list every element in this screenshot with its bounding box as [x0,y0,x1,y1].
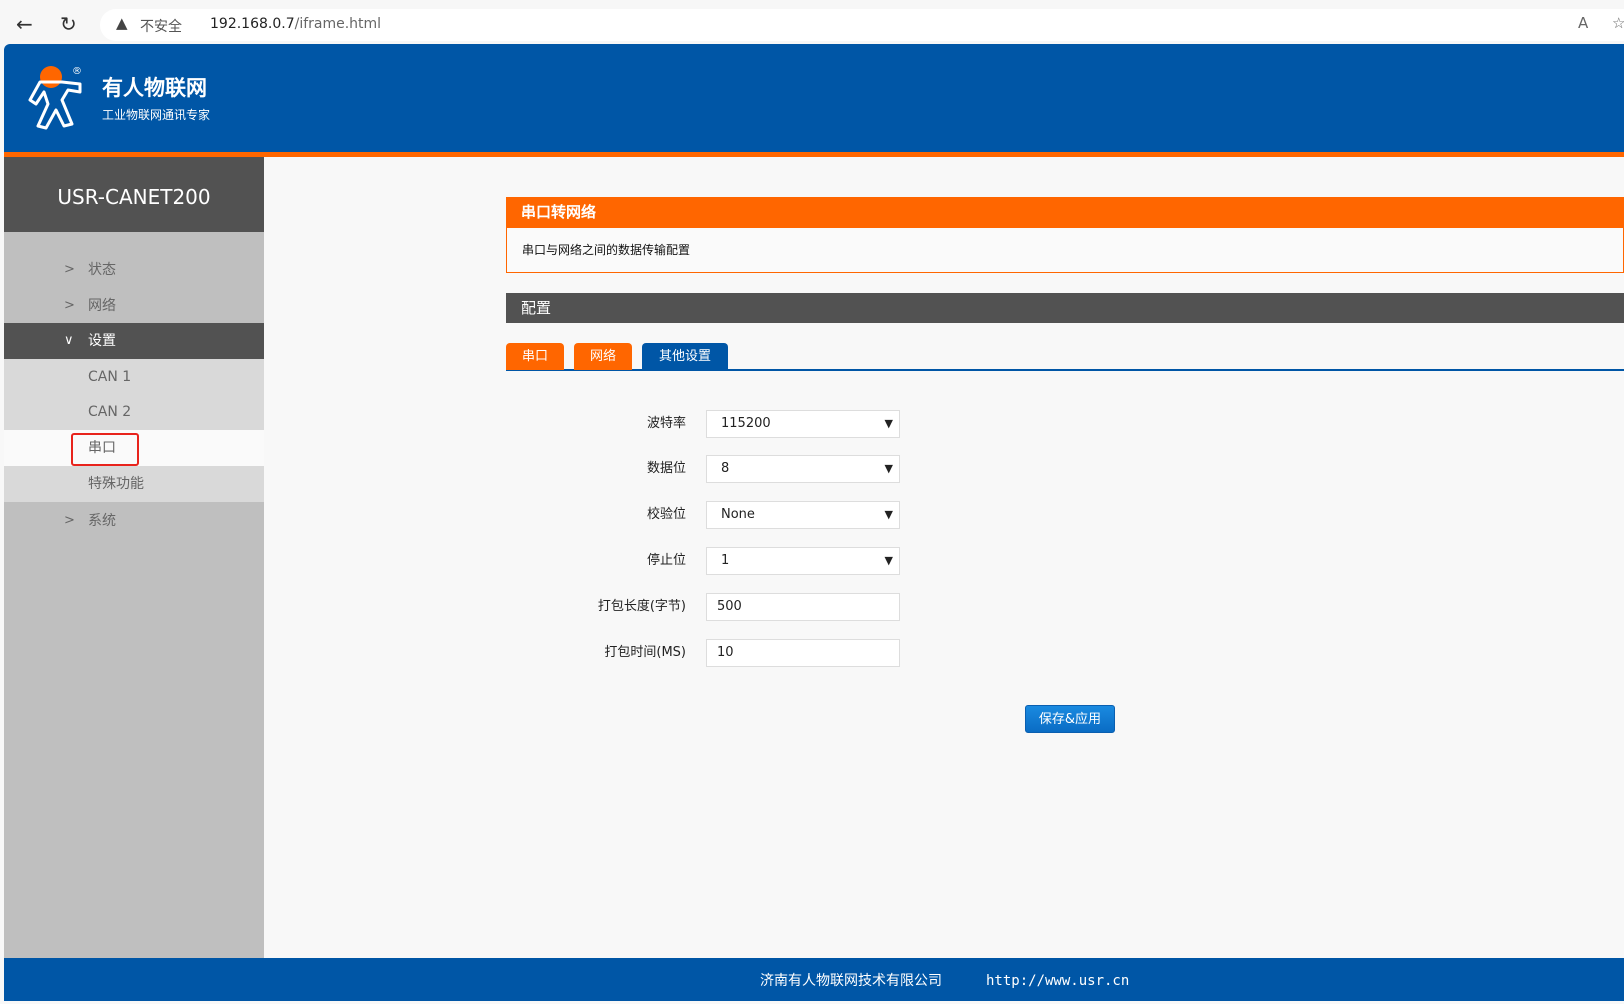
chevron-down-icon: ▼ [884,462,893,475]
menu-label: 网络 [88,298,116,314]
pack-length-input[interactable]: 500 [706,593,900,621]
device-title: USR-CANET200 [4,157,264,232]
field-label: 数据位 [646,461,686,476]
security-label: 不安全 [140,19,182,35]
site-header [4,44,1624,152]
brand-slogan: 工业物联网通讯专家 [102,108,211,122]
menu-label: 系统 [88,513,116,529]
read-aloud-icon[interactable]: A [1578,14,1588,32]
sidebar: USR-CANET200 > 状态 > 网络 ∨ 设置 CAN 1 CAN 2 串口 … [4,157,264,958]
svg-text:®: ® [72,66,82,77]
pack-time-row: 打包时间(MS) 10 [560,639,960,667]
sidebar-item-can2[interactable]: CAN 2 [4,394,264,430]
config-title: 配置 [506,293,1624,323]
browser-toolbar: ← ↻ ▲ 不安全 192.168.0.7/iframe.html A ☆ [0,0,1624,44]
save-apply-button[interactable]: 保存&应用 [1025,705,1115,733]
url-text[interactable]: 192.168.0.7/iframe.html [210,16,381,32]
parity-select[interactable]: None ▼ [706,501,900,529]
field-label: 波特率 [646,416,686,431]
tab-other-settings[interactable]: 其他设置 [642,343,728,370]
field-label: 打包时间(MS) [604,645,686,660]
brand-name: 有人物联网 [102,76,207,100]
baud-rate-select[interactable]: 115200 ▼ [706,410,900,438]
warning-icon: ▲ [116,14,128,32]
sidebar-item-can1[interactable]: CAN 1 [4,359,264,395]
url-host: 192.168.0.7 [210,16,295,32]
footer: 济南有人物联网技术有限公司 http://www.usr.cn [4,958,1624,1001]
menu-label: 设置 [88,333,116,349]
chevron-right-icon: > [64,262,75,277]
panel-title: 串口转网络 [506,197,1624,228]
pack-time-input[interactable]: 10 [706,639,900,667]
tab-serial[interactable]: 串口 [506,343,564,370]
stop-bits-row: 停止位 1 ▼ [560,547,960,575]
sidebar-item-system[interactable]: > 系统 [4,503,264,539]
stop-bits-select[interactable]: 1 ▼ [706,547,900,575]
menu-label: CAN 1 [88,369,132,385]
sidebar-item-network[interactable]: > 网络 [4,288,264,324]
footer-company: 济南有人物联网技术有限公司 [760,973,942,989]
chevron-down-icon: ∨ [64,333,74,348]
menu-label: 串口 [88,440,116,456]
panel-description: 串口与网络之间的数据传输配置 [506,228,1624,273]
menu-label: 特殊功能 [88,476,144,492]
footer-website-link[interactable]: http://www.usr.cn [986,958,1129,1004]
baud-rate-row: 波特率 115200 ▼ [560,410,960,438]
select-value: 115200 [721,416,771,431]
data-bits-row: 数据位 8 ▼ [560,455,960,483]
reload-icon[interactable]: ↻ [60,12,77,36]
menu-label: 状态 [88,262,116,278]
data-bits-select[interactable]: 8 ▼ [706,455,900,483]
field-label: 校验位 [646,507,686,522]
back-icon[interactable]: ← [16,12,33,36]
sidebar-item-settings[interactable]: ∨ 设置 [4,323,264,359]
sidebar-item-serial[interactable]: 串口 [4,430,264,466]
field-label: 停止位 [646,553,686,568]
chevron-down-icon: ▼ [884,508,893,521]
pack-length-row: 打包长度(字节) 500 [560,593,960,621]
menu-label: CAN 2 [88,404,132,420]
chevron-down-icon: ▼ [884,417,893,430]
sidebar-item-status[interactable]: > 状态 [4,252,264,288]
sidebar-item-special[interactable]: 特殊功能 [4,466,264,502]
select-value: 8 [721,461,730,476]
chevron-down-icon: ▼ [884,554,893,567]
favorite-icon[interactable]: ☆ [1612,14,1624,32]
parity-row: 校验位 None ▼ [560,501,960,529]
select-value: 1 [721,553,730,568]
chevron-right-icon: > [64,513,75,528]
tab-bar: 串口 网络 其他设置 [506,343,1624,371]
logo-icon: ® [28,66,82,130]
select-value: None [721,507,755,522]
url-path: /iframe.html [294,16,382,32]
field-label: 打包长度(字节) [597,599,686,614]
chevron-right-icon: > [64,298,75,313]
tab-network[interactable]: 网络 [574,343,632,370]
